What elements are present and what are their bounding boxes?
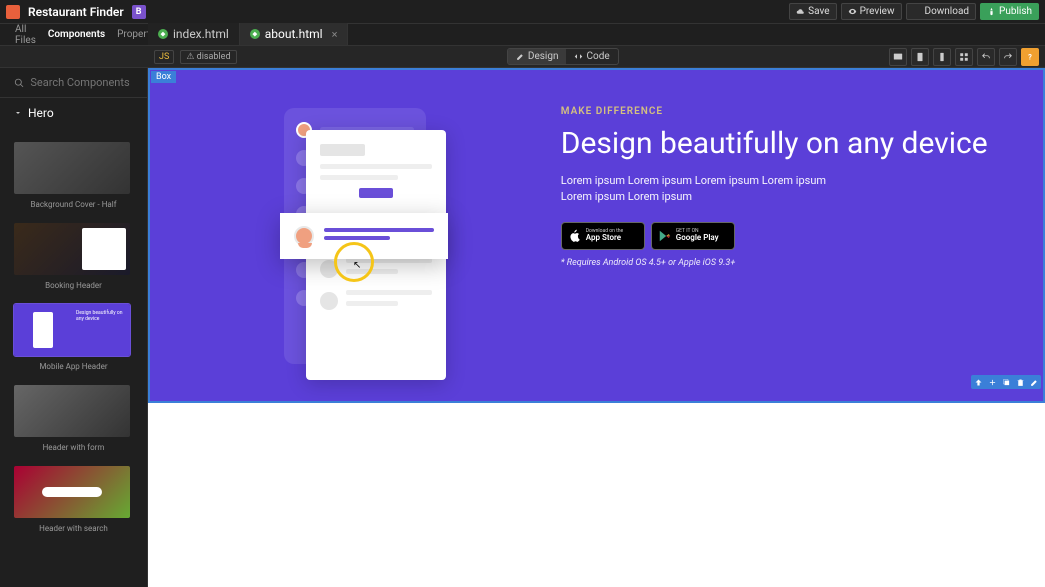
tab-components[interactable]: Components	[48, 29, 105, 40]
pencil-icon	[516, 52, 525, 61]
desktop-icon	[893, 52, 903, 62]
rocket-icon	[987, 7, 996, 16]
chevron-down-icon	[14, 109, 22, 117]
html-icon: ⬥	[158, 29, 168, 39]
code-label: Code	[586, 51, 609, 62]
project-title: Restaurant Finder	[28, 5, 124, 19]
help-icon: ?	[1025, 52, 1035, 62]
selection-toolbar	[971, 375, 1041, 389]
download-button[interactable]: Download	[906, 3, 977, 20]
component-header-with-form[interactable]: Header with form	[14, 385, 133, 452]
hero-heading: Design beautifully on any device	[561, 125, 1013, 163]
component-header-with-search[interactable]: Header with search	[14, 466, 133, 533]
undo-button[interactable]	[977, 48, 995, 66]
googleplay-button[interactable]: GET IT ONGoogle Play	[651, 222, 735, 250]
preview-button[interactable]: Preview	[841, 3, 902, 20]
component-thumb	[14, 142, 130, 194]
apple-icon	[568, 229, 582, 243]
component-background-cover[interactable]: Background Cover - Half	[14, 142, 133, 209]
design-view-button[interactable]: Design	[508, 49, 567, 64]
mobile-icon	[937, 52, 947, 62]
component-label: Header with search	[14, 524, 133, 533]
eye-icon	[848, 7, 857, 16]
redo-button[interactable]	[999, 48, 1017, 66]
close-icon[interactable]: ×	[332, 28, 338, 41]
redo-icon	[1003, 52, 1013, 62]
component-thumb	[14, 385, 130, 437]
hero-illustration	[150, 70, 561, 401]
component-label: Background Cover - Half	[14, 200, 133, 209]
appstore-button[interactable]: Download on theApp Store	[561, 222, 645, 250]
component-thumb	[14, 466, 130, 518]
disabled-label: disabled	[197, 52, 231, 62]
card-small-mock	[280, 213, 448, 259]
move-up-button[interactable]	[971, 375, 985, 389]
view-switch: Design Code	[507, 48, 619, 65]
appstore-lg: App Store	[586, 234, 623, 242]
component-label: Booking Header	[14, 281, 133, 290]
file-tab-index[interactable]: ⬥ index.html	[148, 23, 240, 45]
preview-label: Preview	[860, 6, 895, 17]
app-logo[interactable]	[6, 5, 20, 19]
category-label: Hero	[28, 106, 54, 120]
play-icon	[658, 229, 672, 243]
edit-button[interactable]	[1027, 375, 1041, 389]
cloud-icon	[796, 7, 805, 16]
hero-note: * Requires Android OS 4.5+ or Apple iOS …	[561, 258, 1013, 268]
category-hero[interactable]: Hero	[0, 98, 147, 128]
svg-text:?: ?	[1028, 52, 1032, 61]
save-button[interactable]: Save	[789, 3, 836, 20]
file-tab-about[interactable]: ⬥ about.html ×	[240, 23, 349, 45]
js-badge[interactable]: JS	[154, 50, 174, 64]
grid-toggle-button[interactable]	[955, 48, 973, 66]
save-label: Save	[808, 6, 829, 17]
hero-section[interactable]: MAKE DIFFERENCE Design beautifully on an…	[148, 68, 1045, 403]
hero-eyebrow: MAKE DIFFERENCE	[561, 106, 1013, 117]
selection-tag: Box	[151, 71, 176, 83]
help-button[interactable]: ?	[1021, 48, 1039, 66]
duplicate-button[interactable]	[999, 375, 1013, 389]
code-view-button[interactable]: Code	[566, 49, 617, 64]
delete-button[interactable]	[1013, 375, 1027, 389]
component-label: Header with form	[14, 443, 133, 452]
tablet-icon	[915, 52, 925, 62]
file-tab-label: about.html	[265, 27, 323, 41]
component-label: Mobile App Header	[14, 362, 133, 371]
search-icon	[14, 77, 24, 89]
canvas[interactable]: Box ↖	[148, 68, 1045, 587]
html-icon: ⬥	[250, 29, 260, 39]
component-thumb	[14, 223, 130, 275]
code-icon	[574, 52, 583, 61]
component-mobile-app-header[interactable]: Design beautifully on any device Mobile …	[14, 304, 133, 371]
grid-icon	[959, 52, 969, 62]
framework-badge: B	[132, 5, 146, 19]
download-label: Download	[925, 6, 970, 17]
publish-button[interactable]: Publish	[980, 3, 1039, 20]
search-input[interactable]	[30, 76, 133, 89]
mobile-view-button[interactable]	[933, 48, 951, 66]
tab-all-files[interactable]: All Files	[15, 24, 36, 46]
component-booking-header[interactable]: Booking Header	[14, 223, 133, 290]
publish-label: Publish	[999, 6, 1032, 17]
disabled-badge[interactable]: ⚠ disabled	[180, 50, 236, 64]
component-thumb: Design beautifully on any device	[14, 304, 130, 356]
play-lg: Google Play	[676, 234, 719, 242]
download-icon	[913, 7, 922, 16]
hero-body: Lorem ipsum Lorem ipsum Lorem ipsum Lore…	[561, 173, 851, 206]
tablet-view-button[interactable]	[911, 48, 929, 66]
design-label: Design	[528, 51, 559, 62]
thumb-text: Design beautifully on any device	[76, 310, 122, 322]
desktop-view-button[interactable]	[889, 48, 907, 66]
add-button[interactable]	[985, 375, 999, 389]
undo-icon	[981, 52, 991, 62]
file-tab-label: index.html	[173, 27, 229, 41]
